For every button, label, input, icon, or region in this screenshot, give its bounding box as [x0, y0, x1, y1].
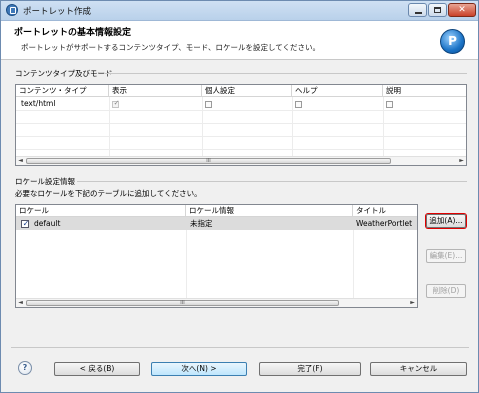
scroll-right-icon[interactable]: ►	[457, 157, 466, 165]
minimize-icon	[415, 12, 422, 14]
section-separator	[77, 181, 467, 182]
grid-line	[16, 136, 466, 137]
content-type-table[interactable]: コンテンツ・タイプ 表示 個人設定 ヘルプ 説明 text/html ✓ ◄ I…	[15, 84, 467, 166]
column-header-edit[interactable]: 個人設定	[202, 85, 292, 97]
check-icon: ✓	[113, 99, 120, 107]
close-icon: ✕	[458, 5, 466, 15]
locale-instruction: 必要なロケールを下記のテーブルに追加してください。	[15, 189, 202, 198]
minimize-button[interactable]	[408, 3, 427, 17]
maximize-button[interactable]	[428, 3, 447, 17]
window-title: ポートレット作成	[23, 7, 92, 17]
column-header-view[interactable]: 表示	[109, 85, 202, 97]
scroll-grip-icon: III	[180, 300, 185, 306]
finish-button[interactable]: 完了(F)	[259, 362, 361, 376]
page-description: ポートレットがサポートするコンテンツタイプ、モード、ロケールを設定してください。	[21, 43, 321, 52]
column-header-title[interactable]: タイトル	[353, 205, 417, 217]
portlet-wizard-icon: P	[440, 29, 465, 54]
scroll-grip-icon: III	[206, 158, 211, 164]
column-header-locale-info[interactable]: ロケール情報	[186, 205, 353, 217]
edit-mode-checkbox[interactable]	[205, 101, 212, 108]
locale-info-cell[interactable]: 未指定	[190, 218, 213, 230]
help-button[interactable]: ?	[18, 361, 32, 375]
next-button[interactable]: 次へ(N) >	[151, 362, 247, 376]
column-header-about[interactable]: 説明	[383, 85, 466, 97]
help-icon: ?	[22, 363, 28, 372]
page-title: ポートレットの基本情報設定	[14, 28, 132, 38]
edit-locale-button[interactable]: 編集(E)...	[426, 249, 466, 263]
column-header-content-type[interactable]: コンテンツ・タイプ	[16, 85, 109, 97]
grid-line	[16, 149, 466, 150]
back-button[interactable]: < 戻る(B)	[54, 362, 140, 376]
wizard-icon-letter: P	[448, 34, 457, 48]
cancel-button[interactable]: キャンセル	[370, 362, 467, 376]
view-mode-checkbox[interactable]: ✓	[112, 99, 120, 108]
title-bar[interactable]: ポートレット作成 ✕	[1, 1, 478, 21]
column-header-help[interactable]: ヘルプ	[292, 85, 383, 97]
about-mode-checkbox[interactable]	[386, 101, 393, 108]
locale-title-cell[interactable]: WeatherPortlet	[356, 218, 412, 230]
add-locale-button[interactable]: 追加(A)...	[426, 214, 466, 228]
grid-line	[16, 110, 466, 111]
horizontal-scrollbar[interactable]: ◄ III ►	[16, 156, 466, 165]
locale-table[interactable]: ロケール ロケール情報 タイトル ✓ default 未指定 WeatherPo…	[15, 204, 418, 308]
scroll-thumb[interactable]: III	[26, 300, 339, 306]
portlet-wizard-window: ポートレット作成 ✕ ポートレットの基本情報設定 ポートレットがサポートするコン…	[0, 0, 479, 393]
horizontal-scrollbar[interactable]: ◄ III ►	[16, 298, 417, 307]
close-button[interactable]: ✕	[448, 3, 476, 17]
grid-line	[16, 123, 466, 124]
locale-section-label: ロケール設定情報	[15, 177, 75, 186]
scroll-thumb[interactable]: III	[26, 158, 391, 164]
locale-cell[interactable]: default	[34, 218, 60, 230]
scroll-left-icon[interactable]: ◄	[16, 157, 25, 165]
column-header-locale[interactable]: ロケール	[16, 205, 186, 217]
delete-locale-button[interactable]: 削除(D)	[426, 284, 466, 298]
content-type-cell[interactable]: text/html	[21, 98, 55, 110]
scroll-right-icon[interactable]: ►	[408, 299, 417, 307]
content-section-label: コンテンツタイプ及びモード	[15, 69, 113, 78]
portlet-app-icon	[6, 4, 18, 16]
section-separator	[105, 73, 467, 74]
check-icon: ✓	[22, 219, 30, 228]
footer-separator	[11, 347, 469, 348]
wizard-header: ポートレットの基本情報設定 ポートレットがサポートするコンテンツタイプ、モード、…	[1, 21, 478, 60]
scroll-left-icon[interactable]: ◄	[16, 299, 25, 307]
help-mode-checkbox[interactable]	[295, 101, 302, 108]
locale-row-checkbox[interactable]: ✓	[21, 219, 30, 228]
maximize-icon	[434, 7, 441, 13]
